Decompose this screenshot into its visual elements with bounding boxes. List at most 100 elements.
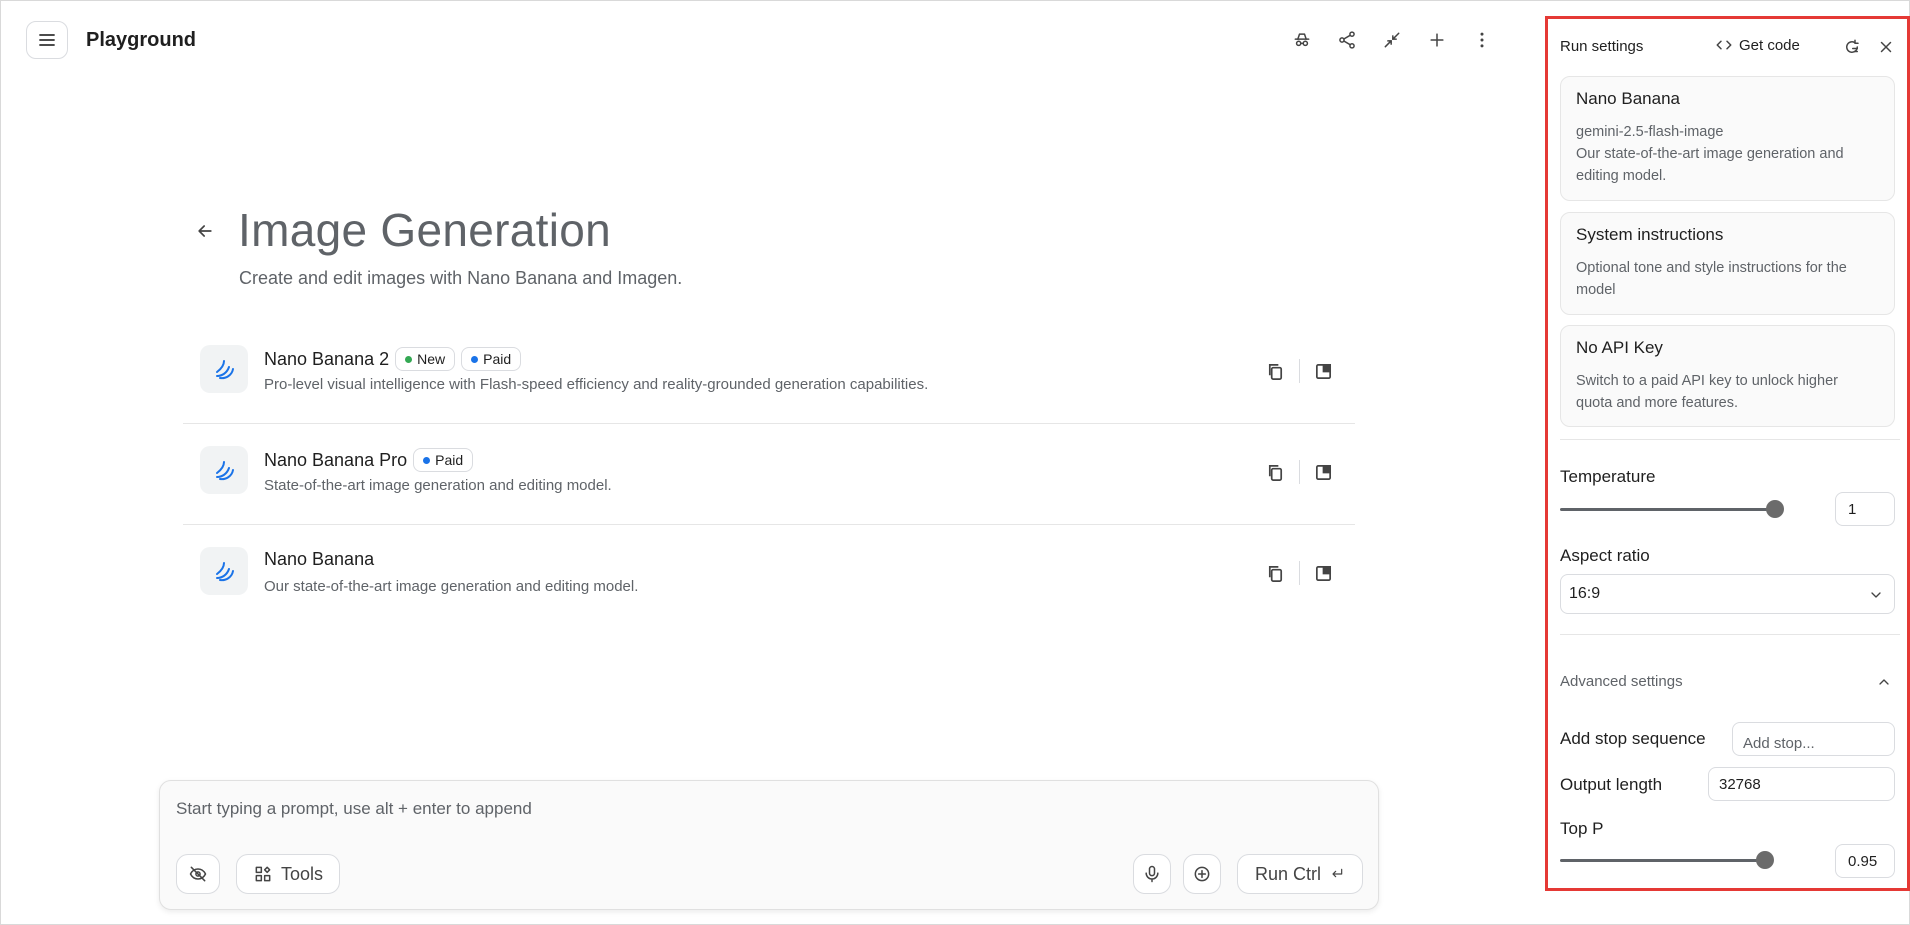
paid-badge: Paid xyxy=(461,347,522,371)
system-card-description: Optional tone and style instructions for… xyxy=(1576,260,1847,276)
prompt-input[interactable] xyxy=(176,799,1276,819)
run-label: Run Ctrl xyxy=(1254,863,1321,884)
model-row[interactable]: Nano Banana 2 New Paid Pro-level visual … xyxy=(183,323,1355,424)
run-settings-panel: Run settings Get code Nano Banana gemini… xyxy=(1545,16,1910,891)
model-card-description: Our state-of-the-art image generation an… xyxy=(1576,146,1844,162)
model-description: Our state-of-the-art image generation an… xyxy=(264,578,639,595)
enter-key-icon xyxy=(1332,868,1343,878)
model-selector-card[interactable]: Nano Banana gemini-2.5-flash-image Our s… xyxy=(1560,76,1895,201)
plus-icon xyxy=(1429,32,1444,47)
system-instructions-card[interactable]: System instructions Optional tone and st… xyxy=(1560,212,1895,315)
slider-handle[interactable] xyxy=(1766,500,1784,518)
divider xyxy=(1299,561,1300,585)
run-button[interactable]: Run Ctrl xyxy=(1237,854,1363,894)
new-chat-button[interactable] xyxy=(1420,23,1453,56)
stop-sequence-input[interactable] xyxy=(1732,722,1895,756)
top-p-slider[interactable] xyxy=(1560,850,1774,870)
reset-settings-icon xyxy=(1846,39,1859,53)
more-vert-icon xyxy=(1480,32,1483,47)
tools-label: Tools xyxy=(280,863,324,884)
advanced-settings-label: Advanced settings xyxy=(1560,673,1683,690)
row-actions xyxy=(1266,561,1333,585)
share-icon xyxy=(1338,30,1355,49)
mic-icon xyxy=(1145,865,1159,883)
slider-track xyxy=(1560,859,1765,862)
slider-handle[interactable] xyxy=(1756,851,1774,869)
model-name-line: Nano Banana 2 New Paid xyxy=(264,347,522,371)
badge-label: New xyxy=(417,351,446,367)
chevron-down-icon xyxy=(1871,592,1881,598)
model-name: Nano Banana xyxy=(264,549,375,569)
model-card-id: gemini-2.5-flash-image xyxy=(1576,124,1724,140)
model-card-title: Nano Banana xyxy=(1576,89,1680,108)
paid-badge: Paid xyxy=(413,448,474,472)
banana-icon xyxy=(200,547,248,595)
add-media-button[interactable] xyxy=(1183,854,1221,894)
prompt-box: Tools Run Ctrl xyxy=(159,780,1379,910)
output-length-input[interactable]: 32768 xyxy=(1708,767,1895,801)
hide-button[interactable] xyxy=(176,854,220,894)
get-code-label: Get code xyxy=(1739,36,1800,54)
open-panel-icon[interactable] xyxy=(1314,564,1333,583)
back-button[interactable] xyxy=(191,217,219,245)
reset-button[interactable] xyxy=(1840,35,1864,59)
compare-button[interactable] xyxy=(1375,23,1408,56)
copy-icon[interactable] xyxy=(1266,463,1285,482)
get-code-button[interactable]: Get code xyxy=(1715,36,1800,54)
paid-dot xyxy=(471,355,479,363)
close-button[interactable] xyxy=(1874,35,1898,59)
banana-icon xyxy=(200,345,248,393)
open-panel-icon[interactable] xyxy=(1314,463,1333,482)
menu-button[interactable] xyxy=(26,21,68,59)
api-card-description: Switch to a paid API key to unlock highe… xyxy=(1576,373,1838,389)
top-bar: Playground xyxy=(1,1,1536,79)
badge-label: Paid xyxy=(483,351,512,367)
model-row[interactable]: Nano Banana Our state-of-the-art image g… xyxy=(183,525,1355,626)
temperature-input[interactable]: 1 xyxy=(1835,492,1895,526)
open-panel-icon[interactable] xyxy=(1314,362,1333,381)
model-name-line: Nano Banana Pro Paid xyxy=(264,448,474,472)
run-settings-header: Run settings Get code xyxy=(1560,32,1900,62)
model-row[interactable]: Nano Banana Pro Paid State-of-the-art im… xyxy=(183,424,1355,525)
top-p-input[interactable]: 0.95 xyxy=(1835,844,1895,878)
more-options-button[interactable] xyxy=(1465,23,1498,56)
paid-dot xyxy=(423,456,431,464)
copy-icon[interactable] xyxy=(1266,564,1285,583)
divider xyxy=(1560,439,1900,440)
main-subheading: Create and edit images with Nano Banana … xyxy=(239,268,683,288)
banana-icon xyxy=(200,446,248,494)
advanced-settings-toggle[interactable]: Advanced settings xyxy=(1560,670,1900,694)
incognito-button[interactable] xyxy=(1285,23,1318,56)
api-card-title: No API Key xyxy=(1576,338,1663,357)
copy-icon[interactable] xyxy=(1266,362,1285,381)
main-heading: Image Generation xyxy=(238,204,612,256)
model-name: Nano Banana Pro xyxy=(264,449,408,470)
divider xyxy=(1299,359,1300,383)
aspect-ratio-label: Aspect ratio xyxy=(1560,546,1650,565)
model-name: Nano Banana 2 xyxy=(264,348,390,369)
stop-sequence-label: Add stop sequence xyxy=(1560,729,1706,748)
row-actions xyxy=(1266,460,1333,484)
page-title: Playground xyxy=(86,29,197,51)
aspect-ratio-select[interactable]: 16:9 xyxy=(1560,574,1895,614)
system-card-description: model xyxy=(1576,282,1616,298)
chevron-up-icon xyxy=(1879,679,1889,685)
app-window: Playground Image Generation Create and e… xyxy=(0,0,1910,925)
temperature-slider[interactable] xyxy=(1560,499,1784,519)
system-card-title: System instructions xyxy=(1576,225,1724,244)
hamburger-icon xyxy=(39,34,55,46)
incognito-icon xyxy=(1294,32,1309,46)
top-actions xyxy=(1285,23,1498,56)
new-dot xyxy=(405,355,413,363)
compare-icon xyxy=(1384,32,1399,47)
api-key-card[interactable]: No API Key Switch to a paid API key to u… xyxy=(1560,325,1895,427)
output-length-label: Output length xyxy=(1560,775,1663,794)
model-name-line: Nano Banana xyxy=(264,549,374,570)
model-description: Pro-level visual intelligence with Flash… xyxy=(264,376,929,393)
share-button[interactable] xyxy=(1330,23,1363,56)
run-settings-title: Run settings xyxy=(1560,38,1644,55)
tools-button[interactable]: Tools xyxy=(236,854,340,894)
divider xyxy=(1299,460,1300,484)
top-p-label: Top P xyxy=(1560,819,1604,838)
mic-button[interactable] xyxy=(1133,854,1171,894)
